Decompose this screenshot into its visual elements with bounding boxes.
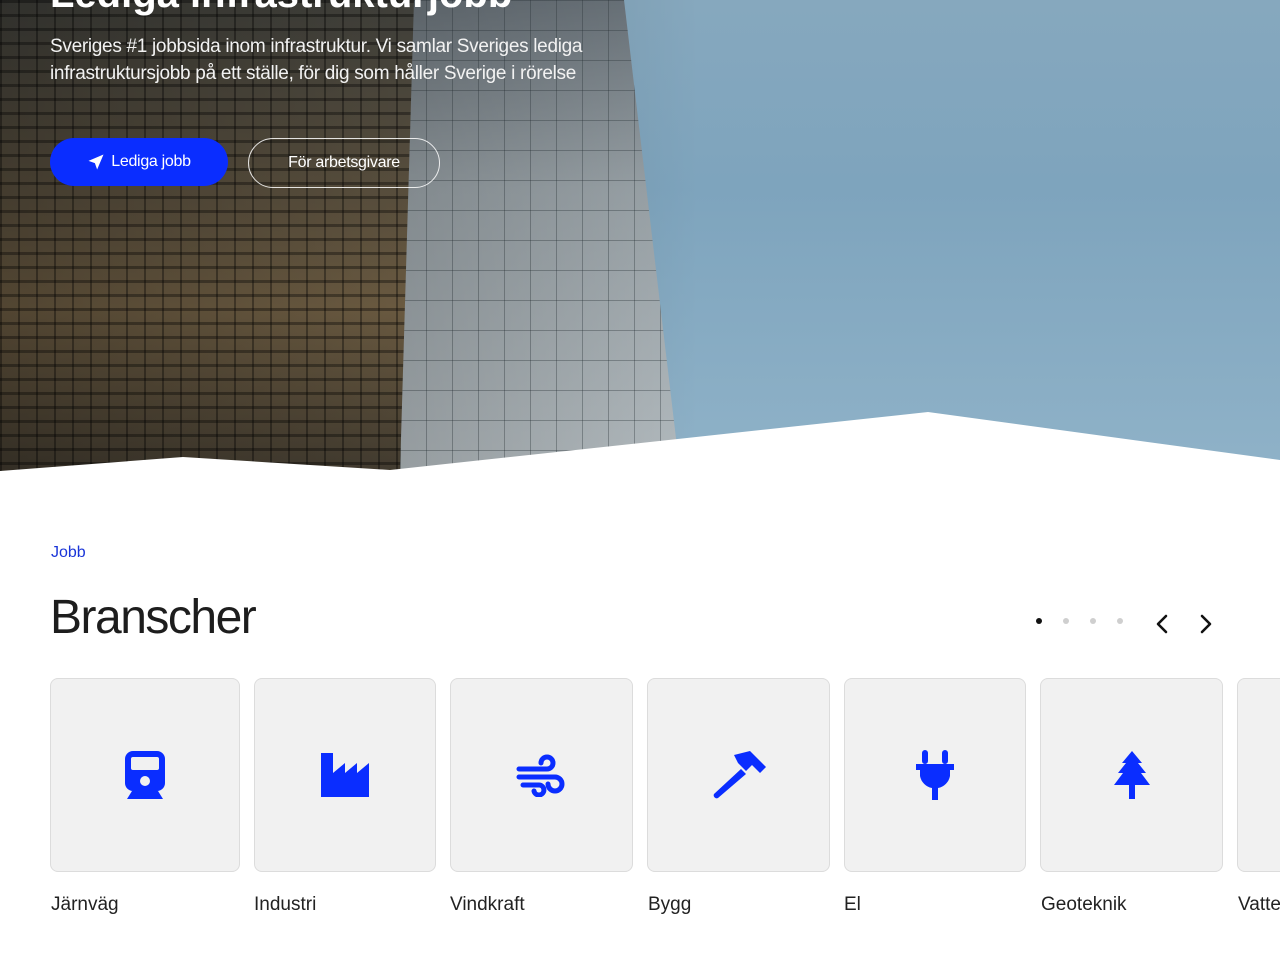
section-title: Branscher <box>50 591 257 644</box>
pagination-dot-3[interactable] <box>1090 618 1096 624</box>
industry-card-vindkraft[interactable] <box>450 678 633 872</box>
hammer-icon <box>710 746 768 804</box>
chevron-right-icon <box>1200 614 1212 634</box>
industry-card-industri[interactable] <box>254 678 436 872</box>
carousel-pagination <box>1036 618 1123 624</box>
wind-icon <box>513 746 571 804</box>
industry-label: Industri <box>254 894 317 915</box>
tree-icon <box>1103 746 1161 804</box>
hero-section: Lediga infrastrukturjobb Sveriges #1 job… <box>0 0 1280 472</box>
industry-card-el[interactable] <box>844 678 1026 872</box>
industry-card-vatten[interactable] <box>1237 678 1280 872</box>
factory-icon <box>316 746 374 804</box>
industry-label: Vindkraft <box>450 894 525 915</box>
industry-card-jarnvag[interactable] <box>50 678 240 872</box>
carousel-next-button[interactable] <box>1194 612 1218 636</box>
pagination-dot-1[interactable] <box>1036 618 1042 624</box>
section-eyebrow: Jobb <box>51 544 86 561</box>
carousel-prev-button[interactable] <box>1150 612 1174 636</box>
page: Lediga infrastrukturjobb Sveriges #1 job… <box>0 0 1280 960</box>
hero-bottom-wave <box>0 412 1280 472</box>
industry-label: Vatte <box>1238 894 1280 915</box>
pagination-dot-2[interactable] <box>1063 618 1069 624</box>
chevron-left-icon <box>1156 614 1168 634</box>
industry-label: El <box>844 894 861 915</box>
plug-icon <box>906 746 964 804</box>
industry-card-geoteknik[interactable] <box>1040 678 1223 872</box>
industry-label: Geoteknik <box>1041 894 1127 915</box>
industry-label: Järnväg <box>51 894 119 915</box>
industry-label: Bygg <box>648 894 692 915</box>
industry-card-bygg[interactable] <box>647 678 830 872</box>
train-icon <box>116 746 174 804</box>
pagination-dot-4[interactable] <box>1117 618 1123 624</box>
